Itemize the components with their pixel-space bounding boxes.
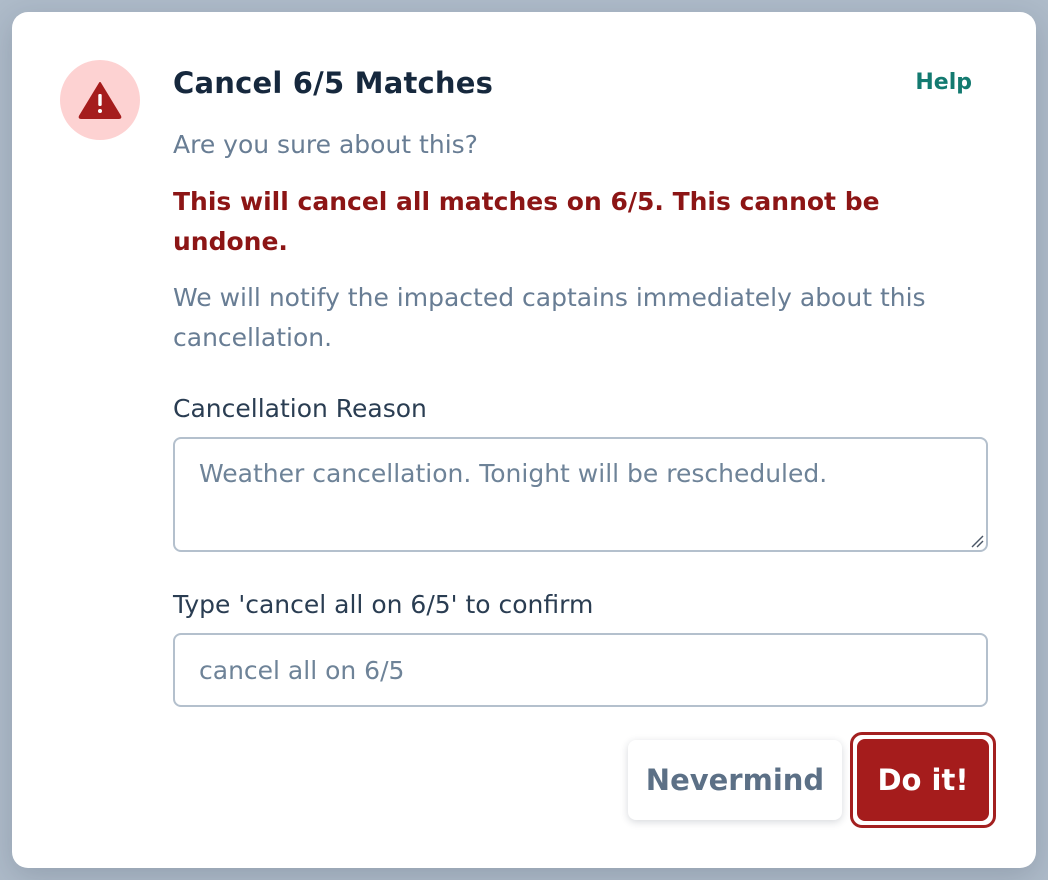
danger-warning-text: This will cancel all matches on 6/5. Thi… — [173, 187, 880, 256]
warning-badge — [60, 60, 140, 140]
cancellation-reason-label: Cancellation Reason — [173, 394, 427, 423]
help-link[interactable]: Help — [915, 70, 972, 95]
resize-handle-icon[interactable] — [970, 534, 984, 548]
nevermind-button[interactable]: Nevermind — [628, 740, 842, 820]
cancellation-reason-textarea[interactable]: Weather cancellation. Tonight will be re… — [173, 437, 988, 552]
dialog-subtitle: Are you sure about this? — [173, 130, 478, 159]
dialog-title: Cancel 6/5 Matches — [173, 66, 494, 100]
cancel-matches-dialog: Cancel 6/5 Matches Help Are you sure abo… — [12, 12, 1036, 868]
confirm-phrase-label: Type 'cancel all on 6/5' to confirm — [173, 590, 594, 619]
do-it-button[interactable]: Do it! — [857, 739, 989, 821]
notification-notice: We will notify the impacted captains imm… — [173, 283, 926, 352]
confirm-phrase-input[interactable] — [173, 633, 988, 707]
warning-triangle-icon — [78, 82, 122, 119]
